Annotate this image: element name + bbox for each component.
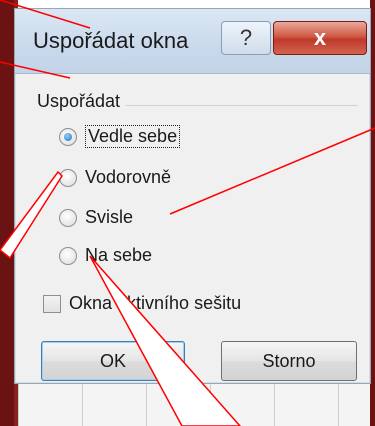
callout-pointer [0, 170, 63, 260]
callout-line [0, 61, 71, 79]
callout-line [0, 0, 91, 29]
callout-line [169, 127, 375, 215]
callout-pointer [89, 255, 242, 426]
callout-lines [0, 0, 375, 426]
